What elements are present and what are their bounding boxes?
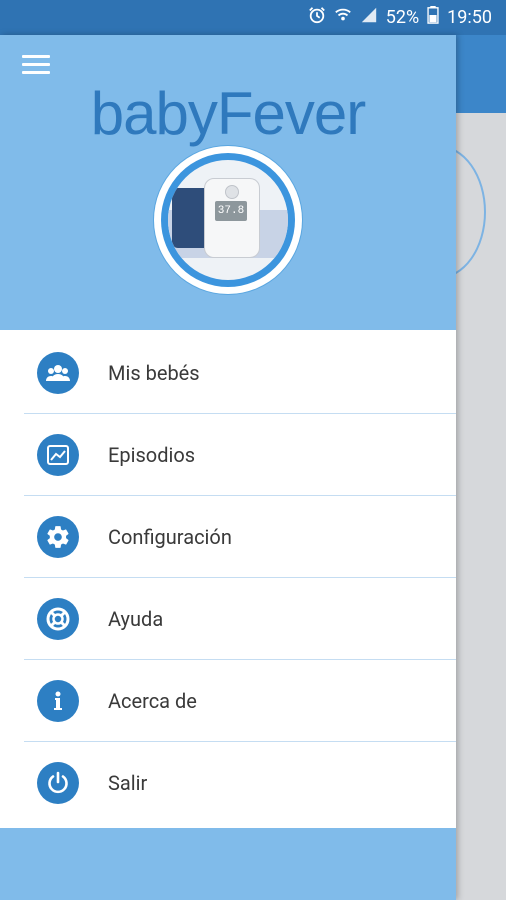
signal-icon bbox=[360, 6, 378, 29]
battery-percent: 52% bbox=[385, 7, 420, 28]
menu-icon[interactable] bbox=[22, 55, 50, 77]
menu-item-episodios[interactable]: Episodios bbox=[24, 414, 456, 496]
chart-icon bbox=[37, 433, 79, 476]
alarm-icon bbox=[308, 6, 326, 29]
wifi-icon bbox=[334, 6, 352, 29]
menu-item-label: Acerca de bbox=[108, 688, 197, 713]
menu-item-acerca-de[interactable]: Acerca de bbox=[24, 660, 456, 742]
menu-item-label: Episodios bbox=[108, 442, 196, 467]
menu-item-mis-bebes[interactable]: Mis bebés bbox=[24, 332, 456, 414]
power-icon bbox=[37, 761, 79, 804]
gear-icon bbox=[37, 515, 79, 558]
device-photo: 37.8 bbox=[168, 160, 288, 280]
navigation-drawer: babyFever 37.8 Mis bebés Episodios Confi… bbox=[0, 35, 456, 900]
menu-item-ayuda[interactable]: Ayuda bbox=[24, 578, 456, 660]
menu-item-label: Salir bbox=[108, 770, 148, 795]
menu-item-salir[interactable]: Salir bbox=[24, 742, 456, 823]
background-app-bar bbox=[456, 35, 506, 113]
status-bar: 52% 19:50 bbox=[0, 0, 506, 35]
menu-item-label: Configuración bbox=[108, 524, 232, 549]
thermometer-device: 37.8 bbox=[204, 178, 260, 258]
drawer-header: babyFever 37.8 bbox=[0, 35, 456, 330]
lifebuoy-icon bbox=[37, 597, 79, 640]
battery-icon bbox=[427, 6, 439, 29]
info-icon bbox=[37, 679, 79, 722]
drawer-menu: Mis bebés Episodios Configuración Ayuda … bbox=[0, 332, 456, 823]
app-logo: babyFever bbox=[90, 80, 366, 147]
status-time: 19:50 bbox=[447, 7, 492, 28]
device-avatar: 37.8 bbox=[154, 146, 302, 294]
menu-item-label: Ayuda bbox=[108, 606, 164, 631]
menu-item-configuracion[interactable]: Configuración bbox=[24, 496, 456, 578]
menu-item-label: Mis bebés bbox=[108, 360, 200, 385]
drawer-footer bbox=[0, 828, 456, 900]
device-display: 37.8 bbox=[215, 201, 247, 221]
group-icon bbox=[37, 351, 79, 394]
